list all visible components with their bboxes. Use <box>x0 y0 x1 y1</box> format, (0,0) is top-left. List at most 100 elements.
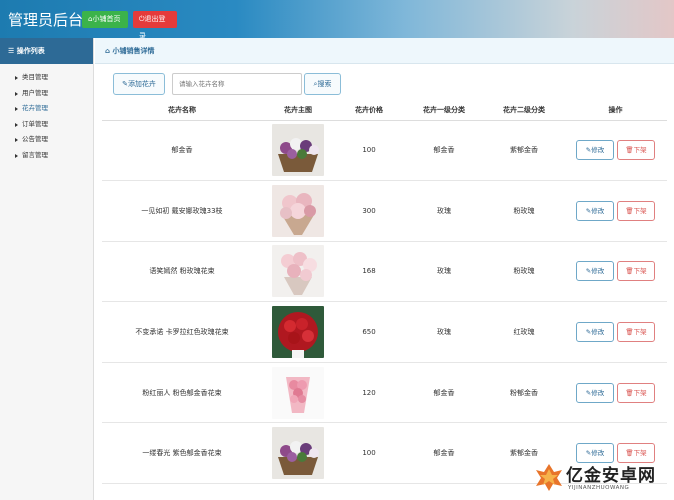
app-title: 管理员后台 <box>8 11 84 29</box>
cell-actions: ✎修改 🗑下架 <box>564 301 667 363</box>
edit-button[interactable]: ✎修改 <box>576 382 614 403</box>
table-row: 一见如初 戴安娜玫瑰33枝 300 玫瑰 粉玫瑰 ✎修改 🗑下架 <box>102 180 667 242</box>
search-button[interactable]: ⌕搜索 <box>304 73 341 95</box>
cell-name: 粉红丽人 粉色郁金香花束 <box>102 362 262 424</box>
col-actions: 操作 <box>564 101 667 121</box>
cell-image <box>262 422 334 485</box>
cell-price: 650 <box>334 301 404 363</box>
sidebar-item-flowers[interactable]: 花卉管理 <box>0 101 93 117</box>
cell-cat2: 粉郁金香 <box>484 362 564 424</box>
breadcrumb-label: 小铺销售详情 <box>112 47 155 55</box>
delist-label: 下架 <box>633 449 647 458</box>
delist-button[interactable]: 🗑下架 <box>617 382 655 403</box>
flower-image <box>272 427 324 480</box>
top-header: 管理员后台 ⌂小铺首页 ⏻退出登录 <box>0 0 674 40</box>
shop-home-button[interactable]: ⌂小铺首页 <box>82 11 128 28</box>
cell-price: 168 <box>334 241 404 303</box>
table-header-row: 花卉名称 花卉主图 花卉价格 花卉一级分类 花卉二级分类 操作 <box>102 101 667 121</box>
edit-button[interactable]: ✎修改 <box>576 140 614 161</box>
cell-actions: ✎修改 🗑下架 <box>564 180 667 242</box>
sidebar: ☰ 操作列表 类目管理 用户管理 花卉管理 订单管理 公告管理 留言管理 <box>0 38 94 500</box>
edit-button[interactable]: ✎修改 <box>576 261 614 282</box>
cell-cat1: 郁金香 <box>404 362 484 424</box>
cell-image <box>262 120 334 182</box>
col-name: 花卉名称 <box>102 101 262 121</box>
trash-icon: 🗑 <box>625 388 634 397</box>
watermark-logo-icon <box>536 464 562 491</box>
home-icon: ⌂ <box>105 47 111 55</box>
delist-label: 下架 <box>633 146 647 155</box>
sidebar-item-users[interactable]: 用户管理 <box>0 86 93 102</box>
cell-cat1: 玫瑰 <box>404 180 484 242</box>
cell-image <box>262 241 334 303</box>
cell-cat2: 紫郁金香 <box>484 120 564 182</box>
search-label: 搜索 <box>317 80 332 88</box>
watermark-text: 亿金安卓网 <box>566 466 656 486</box>
edit-label: 修改 <box>591 146 605 155</box>
delist-button[interactable]: 🗑下架 <box>617 322 655 343</box>
edit-button[interactable]: ✎修改 <box>576 322 614 343</box>
edit-label: 修改 <box>591 206 605 215</box>
logout-button[interactable]: ⏻退出登录 <box>133 11 177 40</box>
trash-icon: 🗑 <box>625 328 634 337</box>
cell-cat1: 玫瑰 <box>404 241 484 303</box>
col-cat2: 花卉二级分类 <box>484 101 564 121</box>
edit-label: 修改 <box>591 328 605 337</box>
cell-image <box>262 301 334 363</box>
col-price: 花卉价格 <box>334 101 404 121</box>
cell-actions: ✎修改 🗑下架 <box>564 241 667 303</box>
table-row: 不变承诺 卡罗拉红色玫瑰花束 650 玫瑰 红玫瑰 ✎修改 🗑下架 <box>102 301 667 363</box>
delist-label: 下架 <box>633 388 647 397</box>
edit-label: 修改 <box>591 388 605 397</box>
cell-cat2: 红玫瑰 <box>484 301 564 363</box>
breadcrumb: ⌂ 小铺销售详情 <box>95 38 674 64</box>
cell-actions: ✎修改 🗑下架 <box>564 362 667 424</box>
delist-button[interactable]: 🗑下架 <box>617 140 655 161</box>
flower-image <box>272 366 324 419</box>
col-image: 花卉主图 <box>262 101 334 121</box>
sidebar-title: ☰ 操作列表 <box>0 38 93 64</box>
watermark-subtext: YIJINANZHUOWANG <box>568 485 630 491</box>
cell-actions: ✎修改 🗑下架 <box>564 120 667 182</box>
sidebar-item-announcements[interactable]: 公告管理 <box>0 132 93 148</box>
sidebar-item-category[interactable]: 类目管理 <box>0 70 93 86</box>
cell-price: 120 <box>334 362 404 424</box>
sidebar-item-messages[interactable]: 留言管理 <box>0 148 93 164</box>
cell-name: 语笑嫣然 粉玫瑰花束 <box>102 241 262 303</box>
cell-cat1: 玫瑰 <box>404 301 484 363</box>
cell-name: 不变承诺 卡罗拉红色玫瑰花束 <box>102 301 262 363</box>
main-panel: ⌂ 小铺销售详情 ✎添加花卉 ⌕搜索 花卉名称 花卉主图 花卉价格 花卉一级分类… <box>95 38 674 500</box>
watermark: 亿金安卓网 YIJINANZHUOWANG <box>534 460 668 498</box>
add-flower-button[interactable]: ✎添加花卉 <box>113 73 165 95</box>
cell-cat2: 粉玫瑰 <box>484 241 564 303</box>
table-row: 语笑嫣然 粉玫瑰花束 168 玫瑰 粉玫瑰 ✎修改 🗑下架 <box>102 241 667 303</box>
delist-label: 下架 <box>633 267 647 276</box>
trash-icon: 🗑 <box>625 267 634 276</box>
edit-button[interactable]: ✎修改 <box>576 200 614 221</box>
cell-price: 300 <box>334 180 404 242</box>
cell-name: 一缕春光 紫色郁金香花束 <box>102 422 262 485</box>
flower-image <box>272 245 324 298</box>
trash-icon: 🗑 <box>625 146 634 155</box>
cell-cat2: 粉玫瑰 <box>484 180 564 242</box>
delist-button[interactable]: 🗑下架 <box>617 261 655 282</box>
search-input[interactable] <box>172 73 302 95</box>
cell-price: 100 <box>334 422 404 485</box>
table-row: 粉红丽人 粉色郁金香花束 120 郁金香 粉郁金香 ✎修改 🗑下架 <box>102 362 667 424</box>
col-cat1: 花卉一级分类 <box>404 101 484 121</box>
flower-image <box>272 306 324 359</box>
cell-cat1: 郁金香 <box>404 120 484 182</box>
trash-icon: 🗑 <box>625 206 634 215</box>
flower-image <box>272 124 324 177</box>
cell-name: 一见如初 戴安娜玫瑰33枝 <box>102 180 262 242</box>
cell-name: 郁金香 <box>102 120 262 182</box>
sidebar-item-orders[interactable]: 订单管理 <box>0 117 93 133</box>
flower-table: 花卉名称 花卉主图 花卉价格 花卉一级分类 花卉二级分类 操作 郁金香 100 … <box>102 101 667 485</box>
delist-label: 下架 <box>633 328 647 337</box>
cell-cat1: 郁金香 <box>404 422 484 485</box>
edit-label: 修改 <box>591 267 605 276</box>
delist-button[interactable]: 🗑下架 <box>617 200 655 221</box>
cell-image <box>262 362 334 424</box>
sidebar-title-label: 操作列表 <box>16 47 45 55</box>
shop-home-label: 小铺首页 <box>92 15 121 23</box>
